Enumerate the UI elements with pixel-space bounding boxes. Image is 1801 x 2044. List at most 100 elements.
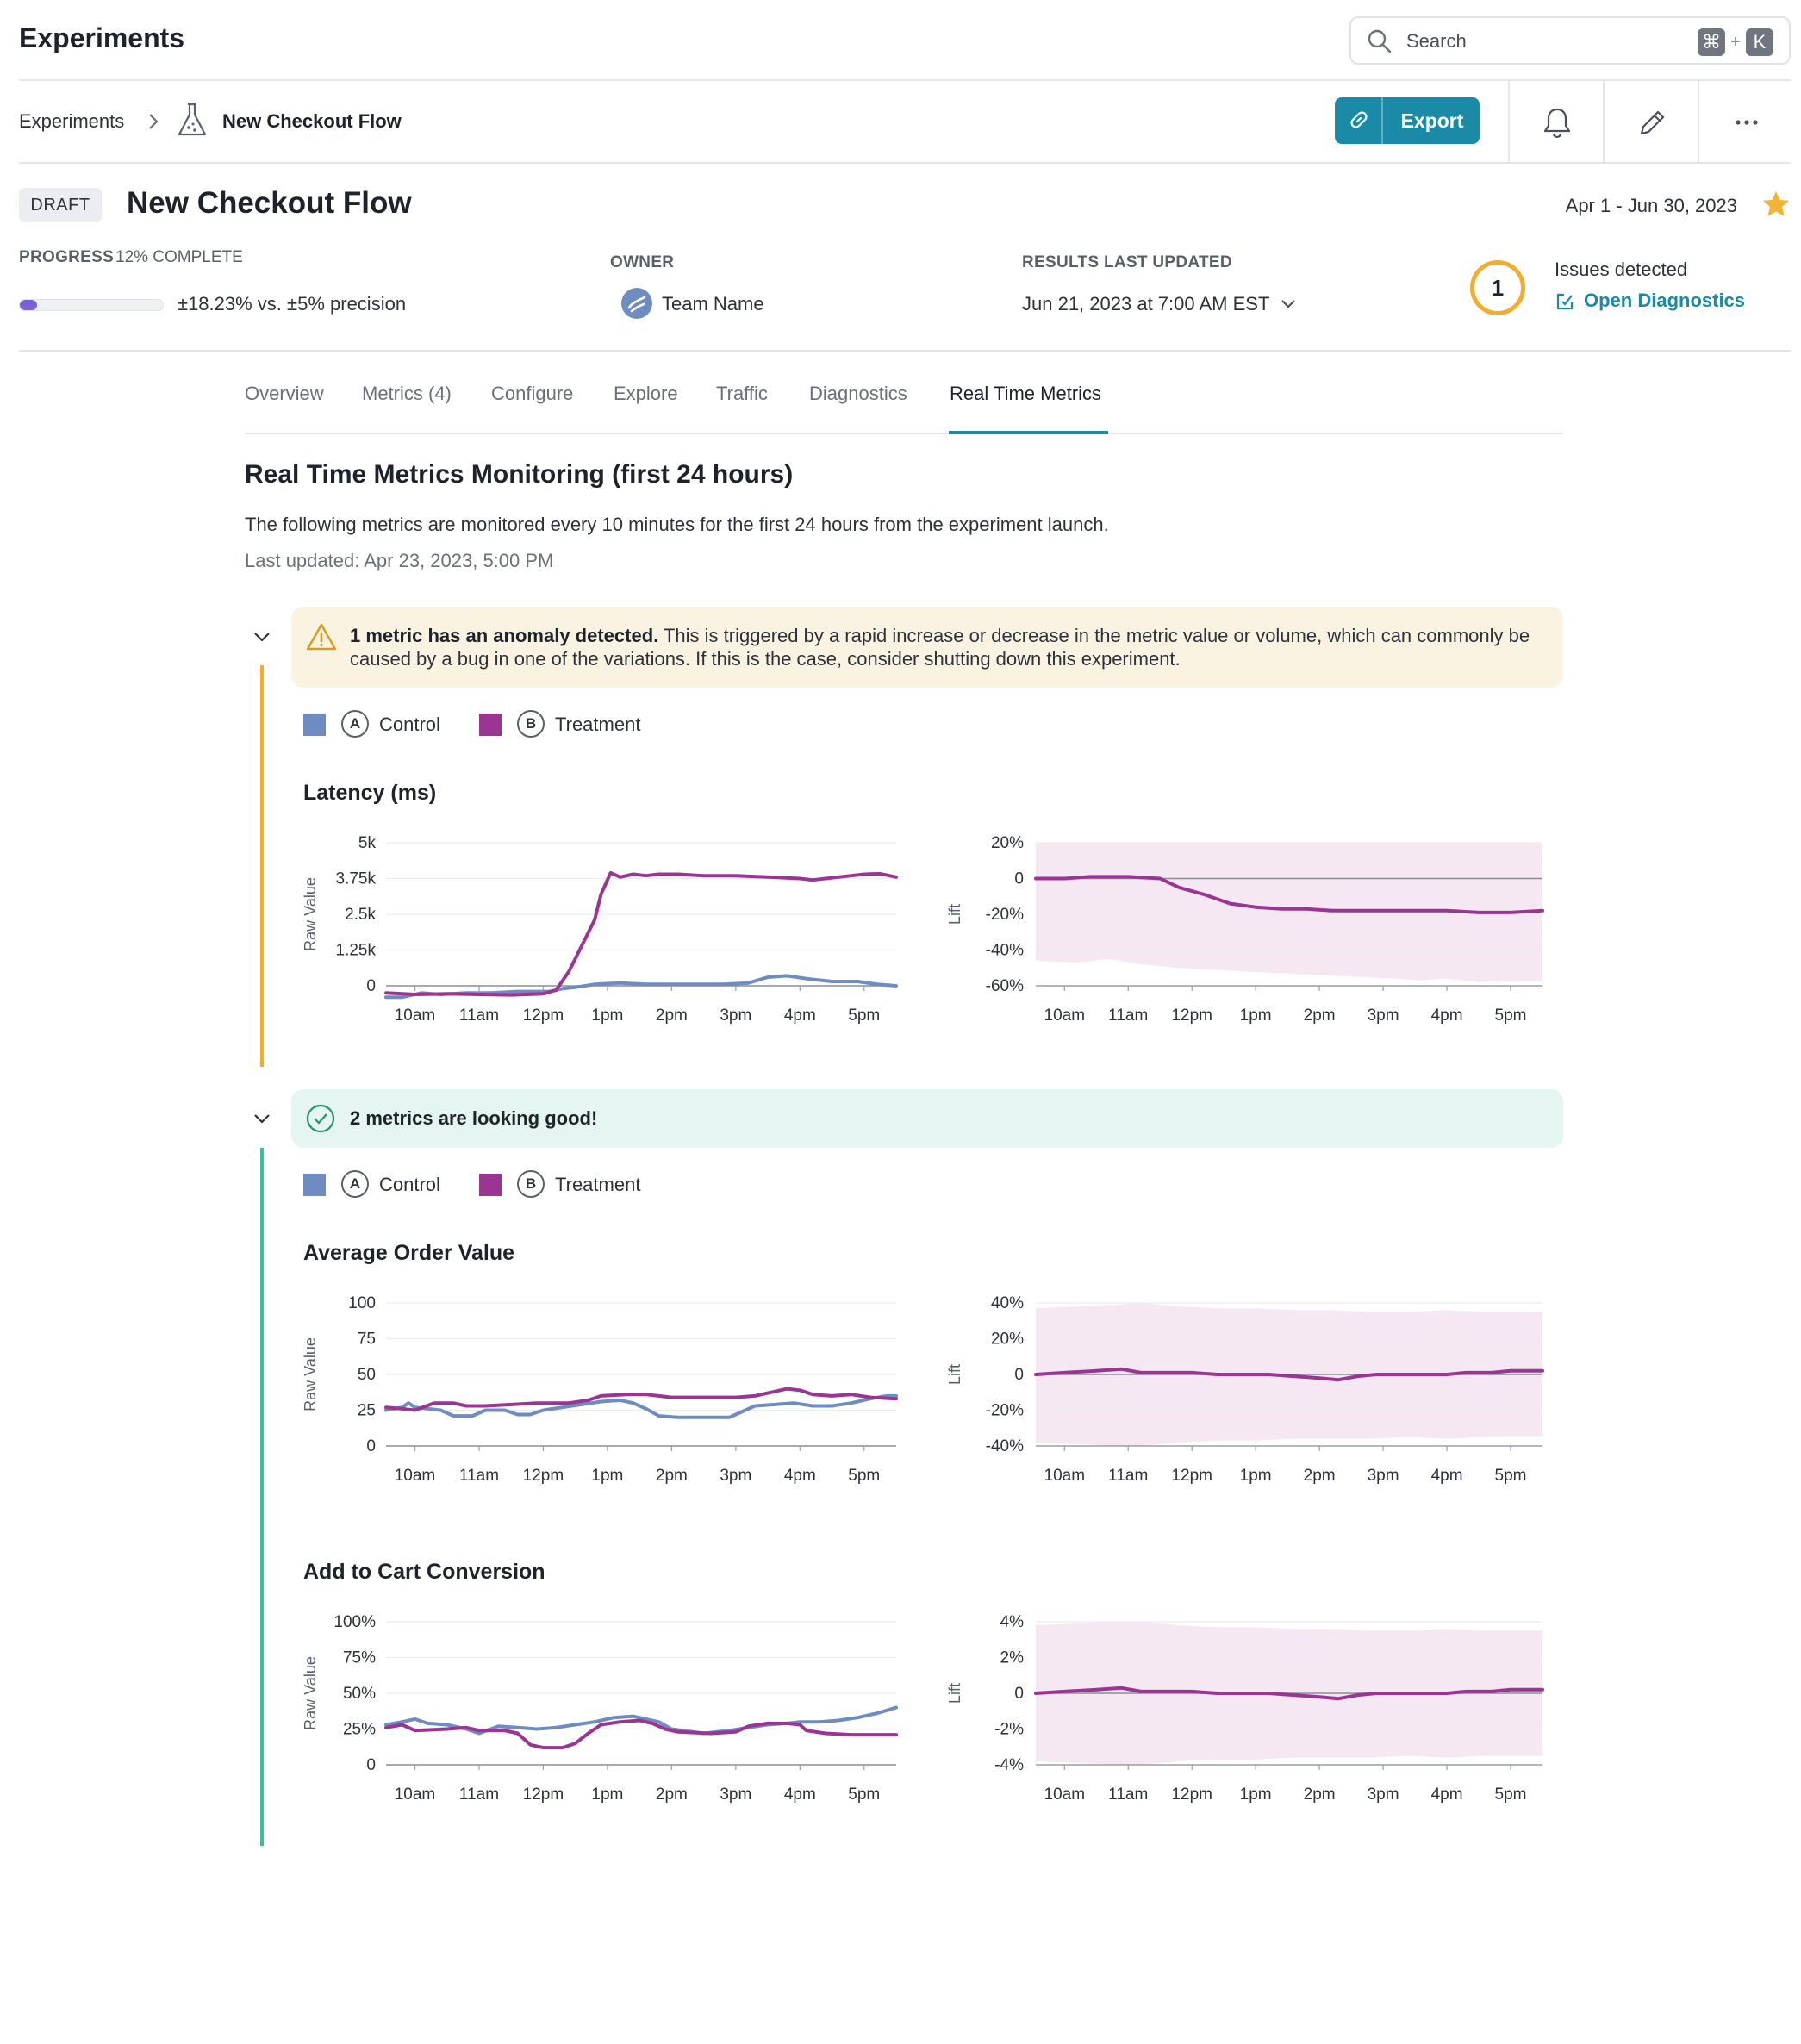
aov-lift-y-axis-label: Lift bbox=[946, 1364, 963, 1385]
legend-control-label: Control bbox=[379, 1174, 440, 1195]
legend-treatment-label: Treatment bbox=[555, 714, 641, 735]
tab-traffic[interactable]: Traffic bbox=[716, 383, 768, 405]
edit-button[interactable] bbox=[1603, 81, 1698, 162]
tab-metrics[interactable]: Metrics (4) bbox=[362, 383, 452, 405]
latency-lift-x-tick-label: 12pm bbox=[1171, 1006, 1212, 1025]
aov-raw-x-tick-label: 10am bbox=[395, 1467, 436, 1485]
experiment-header: DRAFT New Checkout Flow Apr 1 - Jun 30, … bbox=[19, 164, 1791, 352]
progress-percent: 12% COMPLETE bbox=[115, 248, 243, 266]
open-diagnostics-label: Open Diagnostics bbox=[1584, 290, 1746, 311]
tab-real-time-metrics[interactable]: Real Time Metrics bbox=[950, 383, 1101, 405]
good-group-accent bbox=[260, 1148, 264, 1846]
latency-lift-x-tick-label: 10am bbox=[1044, 1006, 1086, 1025]
add-to-cart-raw-x-tick-label: 5pm bbox=[848, 1785, 880, 1804]
add-to-cart-lift-chart: -4% -2% 0 2% 4% 10am 11am 12pm 1pm 2pm 3pm 4pm 5pm Li… bbox=[946, 1613, 1544, 1804]
breadcrumb-experiments-link[interactable]: Experiments bbox=[19, 110, 124, 133]
aov-lift-x-tick-label: 2pm bbox=[1304, 1467, 1336, 1485]
latency-raw-y-tick-label: 1.25k bbox=[336, 942, 377, 960]
aov-lift-y-tick-label: 20% bbox=[991, 1330, 1024, 1349]
latency-raw-x-tick-label: 5pm bbox=[848, 1006, 880, 1025]
active-tab-indicator bbox=[949, 431, 1108, 434]
app-title: Experiments bbox=[19, 22, 185, 53]
external-link-icon bbox=[1556, 293, 1574, 310]
aov-raw-x-tick-label: 4pm bbox=[784, 1467, 816, 1485]
page-title: New Checkout Flow bbox=[127, 186, 412, 220]
latency-raw-x-tick-label: 11am bbox=[459, 1006, 499, 1025]
add-to-cart-raw-y-tick-label: 75% bbox=[343, 1649, 376, 1667]
share-export-group: Export bbox=[1335, 97, 1480, 144]
more-horizontal-icon bbox=[1736, 120, 1758, 125]
aov-raw-y-tick-label: 25 bbox=[358, 1402, 376, 1420]
add-to-cart-lift-x-tick-label: 4pm bbox=[1431, 1785, 1463, 1804]
aov-raw-x-tick-label: 11am bbox=[459, 1467, 499, 1485]
add-to-cart-lift-x-tick-label: 1pm bbox=[1240, 1785, 1272, 1804]
top-bar: Experiments ⌘ + K bbox=[19, 0, 1791, 81]
aov-raw-x-tick-label: 12pm bbox=[523, 1467, 564, 1485]
section-last-updated: Last updated: Apr 23, 2023, 5:00 PM bbox=[245, 550, 554, 571]
latency-lift-y-axis-label: Lift bbox=[946, 904, 963, 925]
add-to-cart-raw-x-tick-label: 11am bbox=[459, 1785, 499, 1804]
aov-lift-x-tick-label: 10am bbox=[1044, 1467, 1086, 1485]
search-input[interactable] bbox=[1406, 28, 1665, 54]
add-to-cart-raw-y-tick-label: 100% bbox=[333, 1613, 376, 1631]
export-button[interactable]: Export bbox=[1385, 97, 1480, 144]
add-to-cart-lift-x-tick-label: 11am bbox=[1108, 1785, 1148, 1804]
add-to-cart-lift-y-tick-label: 0 bbox=[1014, 1685, 1024, 1703]
aov-raw-x-tick-label: 5pm bbox=[848, 1467, 880, 1485]
metric-title-add-to-cart: Add to Cart Conversion bbox=[303, 1560, 545, 1584]
legend-treatment-swatch bbox=[479, 1174, 502, 1196]
add-to-cart-raw-y-axis-label: Raw Value bbox=[302, 1656, 319, 1730]
aov-raw-y-tick-label: 0 bbox=[366, 1437, 376, 1455]
collapse-chevron-icon[interactable] bbox=[252, 1108, 272, 1129]
chevron-right-icon bbox=[149, 114, 159, 129]
latency-raw-x-tick-label: 12pm bbox=[523, 1006, 564, 1025]
latency-lift-x-tick-label: 4pm bbox=[1431, 1006, 1463, 1025]
precision-text: ±18.23% vs. ±5% precision bbox=[178, 293, 407, 315]
latency-lift-y-tick-label: -40% bbox=[986, 942, 1024, 960]
good-alert: 2 metrics are looking good! bbox=[291, 1089, 1563, 1148]
search-box[interactable]: ⌘ + K bbox=[1349, 16, 1791, 65]
collapse-chevron-icon[interactable] bbox=[252, 626, 272, 647]
add-to-cart-lift-x-tick-label: 12pm bbox=[1171, 1785, 1212, 1804]
link-icon bbox=[1350, 111, 1368, 128]
progress-bar bbox=[19, 299, 164, 311]
copy-link-button[interactable] bbox=[1335, 97, 1383, 144]
add-to-cart-raw-y-tick-label: 25% bbox=[343, 1721, 376, 1739]
team-avatar bbox=[621, 288, 652, 319]
latency-lift-x-tick-label: 11am bbox=[1108, 1006, 1148, 1025]
aov-raw-x-tick-label: 3pm bbox=[720, 1467, 751, 1485]
notifications-button[interactable] bbox=[1508, 81, 1603, 162]
tab-configure[interactable]: Configure bbox=[491, 383, 573, 405]
tab-explore[interactable]: Explore bbox=[614, 383, 678, 405]
latency-raw-x-tick-label: 4pm bbox=[784, 1006, 816, 1025]
aov-raw-y-tick-label: 75 bbox=[358, 1330, 376, 1349]
owner-name: Team Name bbox=[662, 293, 764, 315]
latency-lift-y-tick-label: -60% bbox=[986, 977, 1024, 995]
latency-raw-x-tick-label: 1pm bbox=[591, 1006, 623, 1025]
add-to-cart-lift-y-axis-label: Lift bbox=[946, 1683, 963, 1704]
search-icon bbox=[1368, 29, 1392, 53]
legend-control-letter: A bbox=[341, 1170, 369, 1198]
latency-lift-x-tick-label: 5pm bbox=[1495, 1006, 1527, 1025]
tab-overview[interactable]: Overview bbox=[245, 383, 324, 405]
star-icon[interactable] bbox=[1761, 190, 1791, 219]
results-updated-value[interactable]: Jun 21, 2023 at 7:00 AM EST bbox=[1022, 293, 1269, 315]
add-to-cart-lift-x-tick-label: 5pm bbox=[1495, 1785, 1527, 1804]
anomaly-group-accent bbox=[260, 665, 264, 1067]
more-options-button[interactable] bbox=[1698, 81, 1792, 162]
aov-raw-x-tick-label: 1pm bbox=[591, 1467, 623, 1485]
latency-raw-y-tick-label: 3.75k bbox=[336, 870, 377, 888]
legend-treatment-label: Treatment bbox=[555, 1174, 641, 1195]
add-to-cart-raw-chart: 0 25% 50% 75% 100% 10am 11am 12pm 1pm 2pm 3pm 4pm 5p… bbox=[302, 1613, 898, 1804]
anomaly-alert-bold: 1 metric has an anomaly detected. bbox=[350, 625, 659, 646]
latency-raw-y-tick-label: 2.5k bbox=[345, 906, 376, 924]
anomaly-alert: 1 metric has an anomaly detected. This i… bbox=[291, 607, 1563, 688]
tab-diagnostics[interactable]: Diagnostics bbox=[809, 383, 907, 405]
add-to-cart-raw-x-tick-label: 12pm bbox=[523, 1785, 564, 1804]
latency-lift-y-tick-label: 0 bbox=[1014, 870, 1024, 888]
add-to-cart-lift-y-tick-label: -4% bbox=[994, 1756, 1024, 1774]
aov-lift-chart: -40% -20% 0 20% 40% 10am 11am 12pm 1pm 2pm 3pm 4pm 5… bbox=[946, 1294, 1544, 1485]
chevron-down-icon[interactable] bbox=[1279, 295, 1298, 314]
latency-raw-y-axis-label: Raw Value bbox=[302, 877, 319, 951]
add-to-cart-raw-x-tick-label: 2pm bbox=[656, 1785, 688, 1804]
